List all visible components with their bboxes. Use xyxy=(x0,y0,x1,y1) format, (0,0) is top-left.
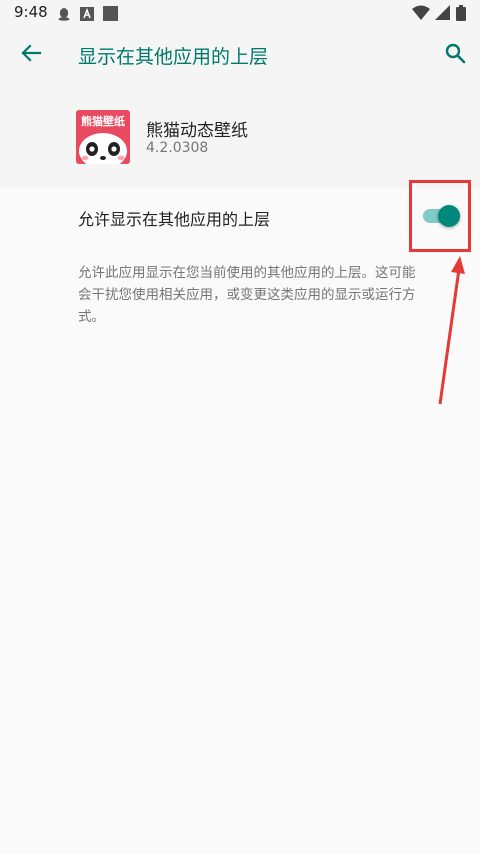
annotation-arrow-icon xyxy=(430,252,470,416)
overlay-permission-label: 允许显示在其他应用的上层 xyxy=(78,210,271,229)
app-icon: 熊猫壁纸 xyxy=(76,110,130,164)
status-time: 9:48 xyxy=(14,3,48,21)
page-title: 显示在其他应用的上层 xyxy=(78,46,269,68)
battery-icon xyxy=(456,5,466,25)
arrow-back-icon xyxy=(20,42,42,68)
wifi-icon xyxy=(412,5,430,24)
signal-icon xyxy=(435,5,450,24)
app-header: 熊猫壁纸 熊猫动态壁纸 4.2.0308 xyxy=(0,84,480,188)
svg-text:熊猫壁纸: 熊猫壁纸 xyxy=(81,114,125,128)
back-button[interactable] xyxy=(8,32,54,78)
annotation-highlight-box xyxy=(409,180,471,252)
search-icon xyxy=(444,42,466,68)
app-version: 4.2.0308 xyxy=(146,140,209,156)
search-button[interactable] xyxy=(432,32,478,78)
app-name: 熊猫动态壁纸 xyxy=(146,121,248,141)
overlay-permission-summary: 允许此应用显示在您当前使用的其他应用的上层。这可能会干扰您使用相关应用，或变更这… xyxy=(78,265,416,325)
overlay-permission-row[interactable]: 允许显示在其他应用的上层 xyxy=(0,188,480,244)
a-icon xyxy=(80,6,94,25)
status-bar: 9:48 xyxy=(0,0,480,26)
qq-icon xyxy=(57,6,71,25)
square-icon xyxy=(103,6,118,25)
app-bar: 显示在其他应用的上层 xyxy=(0,26,480,84)
